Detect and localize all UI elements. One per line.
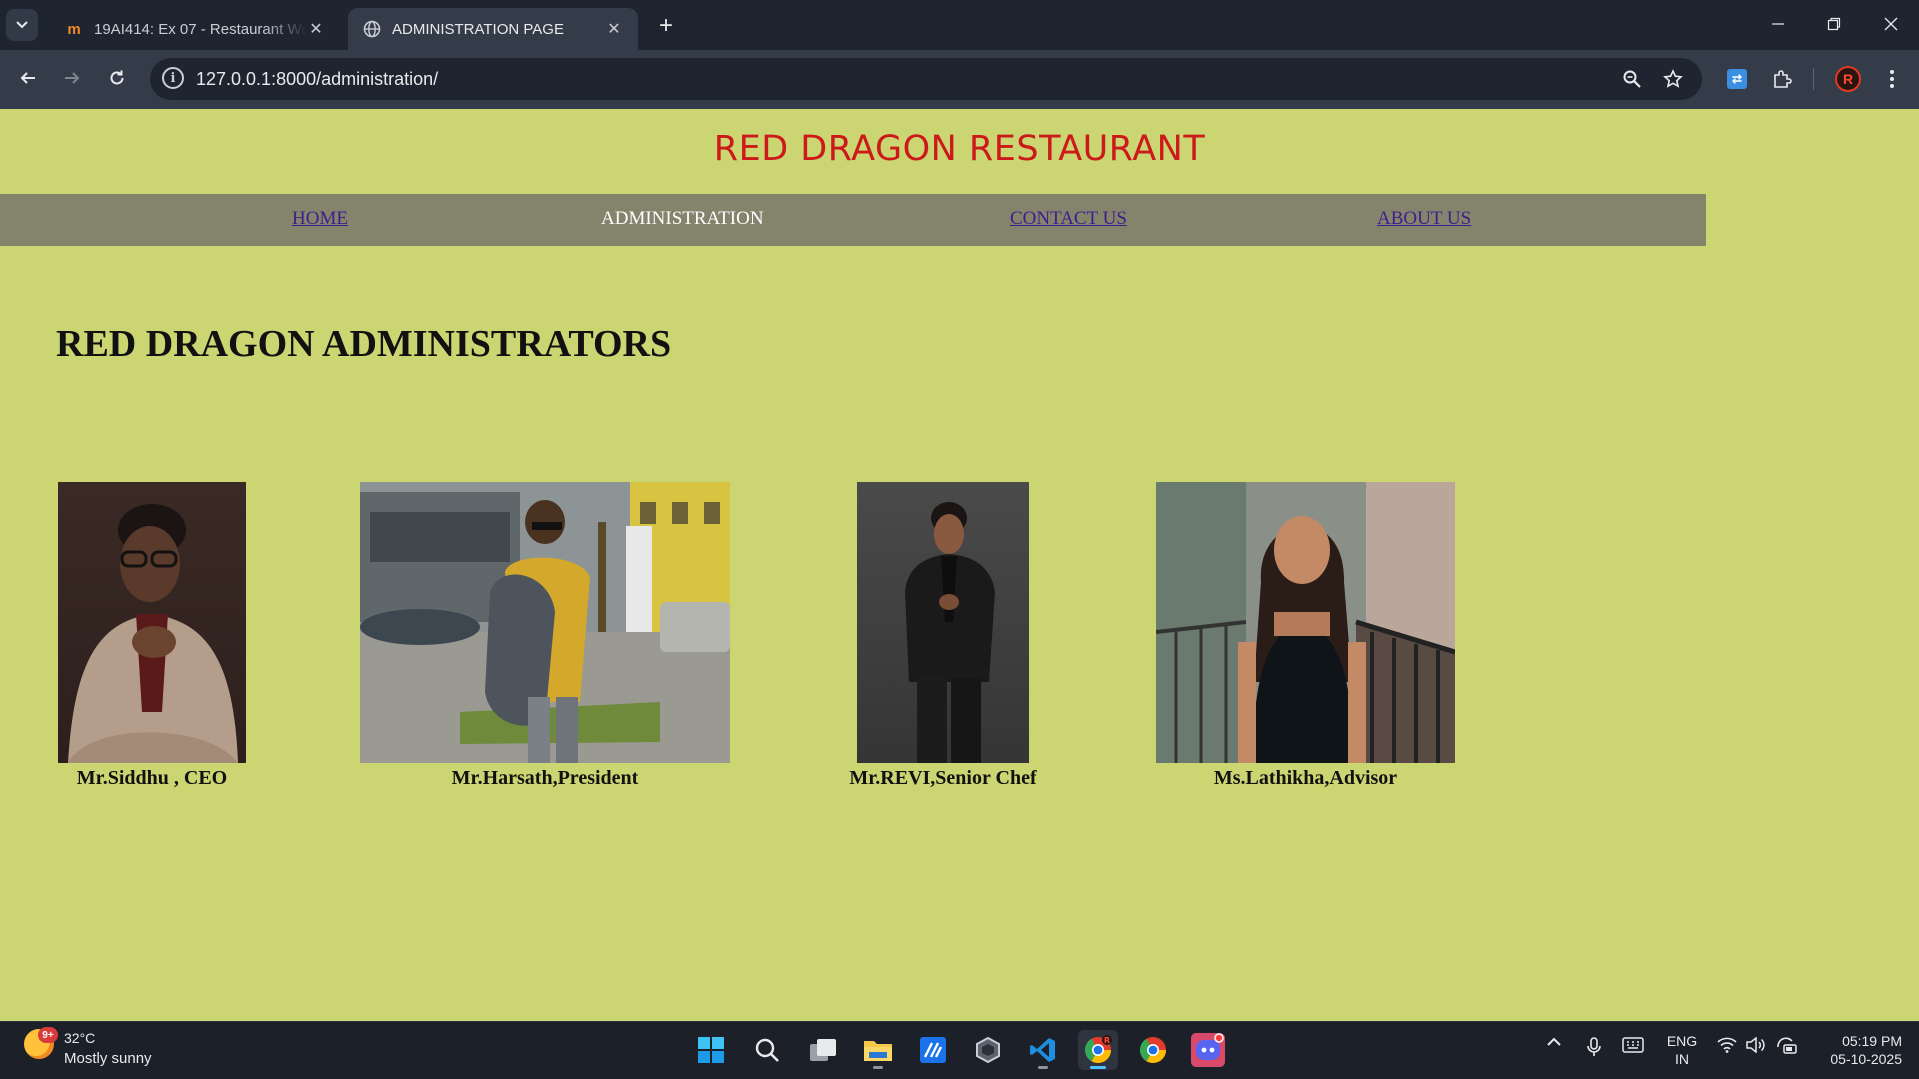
tab-search-button[interactable] — [6, 9, 38, 41]
taskbar-app-hex[interactable] — [968, 1030, 1008, 1070]
nav-link-contact-us[interactable]: CONTACT US — [1010, 208, 1127, 230]
vscode-icon — [1030, 1038, 1055, 1062]
language-indicator[interactable]: ENG IN — [1664, 1032, 1700, 1068]
running-indicator — [873, 1066, 883, 1069]
wifi-icon[interactable] — [1715, 1037, 1739, 1053]
nav-link-administration: ADMINISTRATION — [601, 208, 764, 229]
url-text[interactable]: 127.0.0.1:8000/administration/ — [196, 67, 438, 91]
taskbar-vscode[interactable] — [1023, 1030, 1063, 1070]
minimize-icon — [1772, 23, 1784, 25]
back-button[interactable] — [12, 62, 44, 94]
language-region: IN — [1675, 1051, 1689, 1067]
admin-caption: Ms.Lathikha,Advisor — [1213, 767, 1398, 789]
admin-photo-senior-chef — [857, 482, 1029, 763]
nav-link-home[interactable]: HOME — [292, 208, 348, 230]
admin-photo-ceo — [58, 482, 246, 763]
restore-button[interactable] — [1814, 8, 1854, 40]
start-button[interactable] — [691, 1030, 731, 1070]
taskbar-file-explorer[interactable] — [858, 1030, 898, 1070]
show-hidden-icons-button[interactable] — [1542, 1037, 1566, 1047]
clock-time: 05:19 PM — [1842, 1033, 1902, 1049]
chevron-up-icon — [1547, 1037, 1561, 1046]
volume-icon[interactable] — [1744, 1037, 1768, 1053]
zoom-icon[interactable] — [1617, 64, 1647, 94]
active-indicator — [1090, 1066, 1106, 1069]
editor-app-icon — [920, 1037, 946, 1063]
close-tab-icon[interactable]: ✕ — [306, 19, 326, 39]
task-view-button[interactable] — [803, 1030, 843, 1070]
extensions-puzzle-icon[interactable] — [1765, 62, 1799, 96]
chrome-icon: R — [1084, 1035, 1112, 1064]
microphone-icon[interactable] — [1582, 1037, 1606, 1057]
taskbar-discord[interactable] — [1188, 1030, 1228, 1070]
chrome-icon — [1139, 1037, 1167, 1064]
tab-title: ADMINISTRATION PAGE — [392, 20, 564, 38]
close-tab-icon[interactable]: ✕ — [604, 19, 624, 39]
arrow-right-icon — [65, 72, 80, 84]
new-tab-button[interactable]: + — [652, 12, 680, 40]
toolbar-divider — [1813, 68, 1814, 90]
task-view-icon — [810, 1039, 836, 1061]
close-icon — [1884, 17, 1898, 31]
site-title: RED DRAGON RESTAURANT — [713, 129, 1206, 169]
nav-link-about-us[interactable]: ABOUT US — [1377, 208, 1471, 230]
profile-initial: R — [1835, 66, 1861, 92]
admin-caption: Mr.Harsath,President — [451, 767, 639, 789]
language-code: ENG — [1666, 1033, 1698, 1049]
reload-button[interactable] — [101, 62, 133, 94]
taskbar-chrome-profile-b[interactable] — [1133, 1030, 1173, 1070]
search-icon — [755, 1038, 779, 1062]
moodle-icon: m — [67, 20, 81, 38]
web-page: RED DRAGON RESTAURANT HOME ADMINISTRATIO… — [0, 109, 1919, 1021]
weather-condition[interactable]: Mostly sunny — [64, 1050, 152, 1067]
svg-text:R: R — [1104, 1036, 1110, 1045]
restore-icon — [1827, 17, 1841, 31]
page-heading: RED DRAGON ADMINISTRATORS — [56, 323, 672, 365]
windows-logo-icon — [698, 1037, 724, 1063]
admin-photo-advisor — [1156, 482, 1455, 763]
system-clock[interactable]: 05:19 PM 05-10-2025 — [1810, 1032, 1902, 1068]
bookmark-star-icon[interactable] — [1658, 64, 1688, 94]
extension-translate-icon[interactable]: ⇄ — [1720, 62, 1754, 96]
reload-icon — [110, 70, 124, 85]
tab-restaurant-exercise[interactable]: m 19AI414: Ex 07 - Restaurant We ✕ — [50, 8, 340, 50]
folder-icon — [864, 1041, 892, 1061]
site-info-icon[interactable]: i — [162, 67, 184, 89]
taskbar-search-button[interactable] — [747, 1030, 787, 1070]
weather-temperature[interactable]: 32°C — [64, 1030, 95, 1046]
globe-icon — [362, 20, 382, 38]
admin-caption: Mr.Siddhu , CEO — [76, 767, 228, 789]
clock-date: 05-10-2025 — [1830, 1051, 1902, 1067]
minimize-button[interactable] — [1758, 8, 1798, 40]
keyboard-icon[interactable] — [1620, 1037, 1646, 1053]
taskbar-app-blue[interactable] — [913, 1030, 953, 1070]
hexagon-app-icon — [976, 1036, 1000, 1064]
browser-menu-icon[interactable] — [1875, 62, 1909, 96]
arrow-left-icon — [20, 72, 35, 84]
forward-button[interactable] — [56, 62, 88, 94]
running-indicator — [1038, 1066, 1048, 1069]
profile-avatar[interactable]: R — [1831, 62, 1865, 96]
taskbar-chrome-profile-r[interactable]: R — [1078, 1030, 1118, 1070]
weather-badge: 9+ — [38, 1027, 58, 1043]
admin-photo-president — [360, 482, 730, 763]
discord-icon — [1191, 1033, 1225, 1067]
close-window-button[interactable] — [1871, 8, 1911, 40]
site-nav-bar: HOME ADMINISTRATION CONTACT US ABOUT US — [0, 194, 1706, 246]
chevron-down-icon — [16, 21, 28, 29]
admin-caption: Mr.REVI,Senior Chef — [849, 767, 1037, 789]
tab-administration-page[interactable]: ADMINISTRATION PAGE ✕ — [348, 8, 638, 50]
battery-saver-icon[interactable] — [1774, 1037, 1800, 1055]
tab-title: 19AI414: Ex 07 - Restaurant We — [94, 20, 306, 38]
